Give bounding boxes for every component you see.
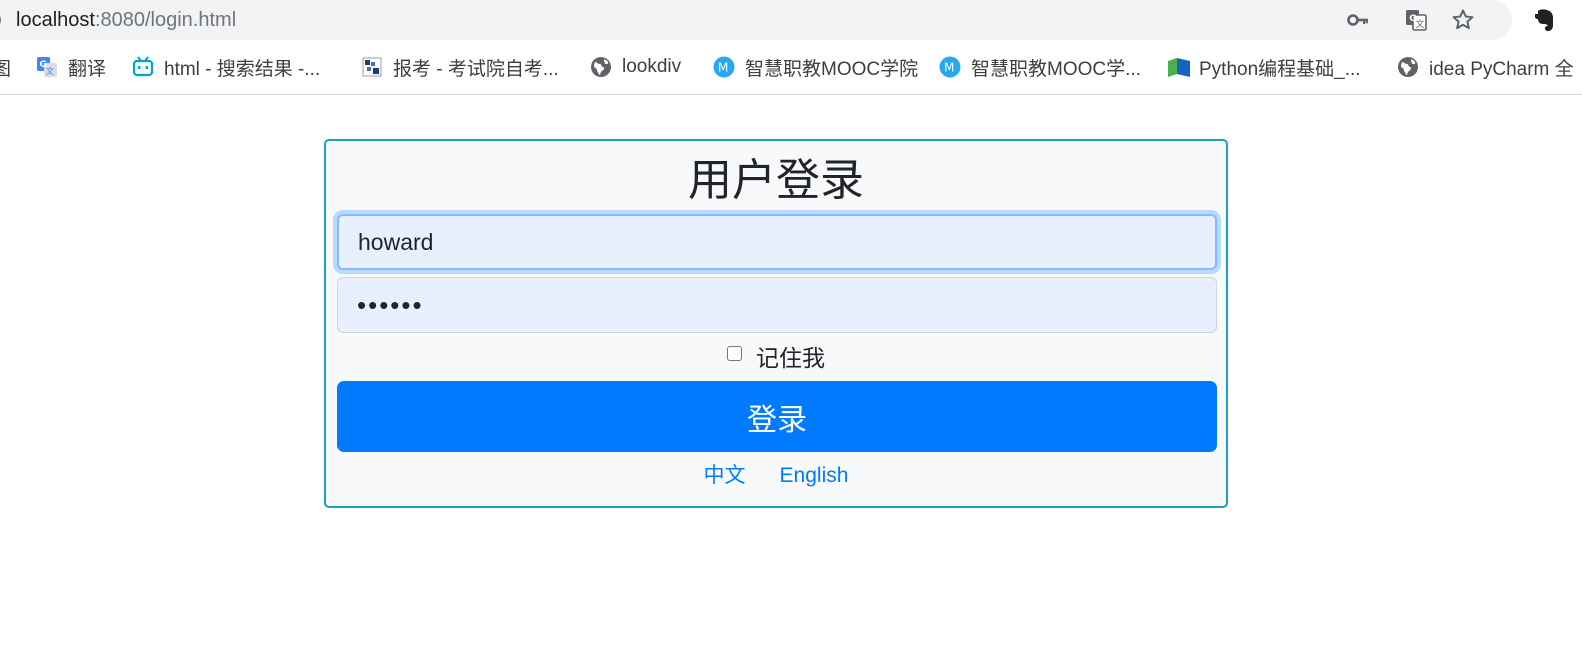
svg-text:M: M [944, 61, 954, 75]
site-icon [361, 56, 383, 78]
bookmark-label: lookdiv [622, 56, 682, 77]
remember-me: 记住我 [326, 339, 1226, 373]
remember-me-checkbox[interactable] [727, 345, 742, 361]
lang-chinese-link[interactable]: 中文 [704, 463, 746, 489]
bookmarks-bar: 图 G 文 翻译 html - 搜索结果 -... [0, 44, 1582, 95]
browser-toolbar: localhost:8080/login.html G 文 [0, 0, 1582, 44]
login-card: 用户登录 howard •••••• 记住我 登录 中文 English [324, 139, 1228, 508]
bookmark-mooc-1[interactable]: M 智慧职教MOOC学院 [713, 54, 918, 80]
google-translate-icon: G 文 [36, 56, 58, 78]
star-icon[interactable] [1450, 7, 1476, 33]
bookmark-exam[interactable]: 报考 - 考试院自考... [361, 54, 559, 80]
remember-me-label[interactable]: 记住我 [756, 339, 825, 373]
info-icon[interactable] [0, 10, 2, 30]
bookmark-lookdiv[interactable]: lookdiv [590, 54, 681, 80]
url-host: localhost [16, 9, 95, 31]
url-path: :8080/login.html [94, 9, 237, 31]
bookmark-label: html - 搜索结果 -... [164, 58, 321, 80]
page-title: 用户登录 [688, 156, 864, 205]
bookmark-python[interactable]: Python编程基础_... [1167, 54, 1361, 80]
lang-english-link[interactable]: English [780, 463, 849, 489]
globe-icon [1397, 56, 1419, 78]
mooc-icon: M [713, 56, 735, 78]
password-input[interactable]: •••••• [337, 277, 1217, 333]
address-url[interactable]: localhost:8080/login.html [16, 8, 236, 32]
evernote-icon[interactable] [1530, 5, 1560, 35]
bookmark-label: 报考 - 考试院自考... [393, 58, 559, 80]
language-switcher: 中文 English [326, 463, 1226, 489]
bookmark-mooc-2[interactable]: M 智慧职教MOOC学... [939, 54, 1141, 80]
bookmark-image[interactable]: 图 [0, 54, 11, 80]
bookmark-translate[interactable]: G 文 翻译 [36, 54, 106, 80]
svg-text:M: M [718, 61, 728, 75]
bookmark-label: Python编程基础_... [1199, 58, 1361, 80]
globe-icon [590, 56, 612, 78]
key-icon[interactable] [1346, 8, 1370, 32]
flag-icon [1167, 56, 1190, 78]
bookmark-label: 智慧职教MOOC学院 [745, 58, 919, 80]
bookmark-label: 翻译 [68, 58, 107, 80]
username-input[interactable]: howard [337, 214, 1217, 270]
bilibili-icon [132, 56, 154, 78]
bookmark-label: 智慧职教MOOC学... [971, 58, 1141, 80]
svg-text:文: 文 [46, 66, 54, 76]
svg-text:文: 文 [1416, 18, 1425, 30]
bookmark-pycharm[interactable]: idea PyCharm 全 [1397, 54, 1574, 80]
address-bar[interactable]: localhost:8080/login.html G 文 [0, 0, 1512, 40]
bookmark-html-search[interactable]: html - 搜索结果 -... [132, 54, 320, 80]
bookmark-label: 图 [0, 54, 11, 81]
bookmark-label: idea PyCharm 全 [1429, 58, 1574, 80]
mooc-icon: M [939, 56, 961, 78]
login-button[interactable]: 登录 [337, 381, 1217, 452]
translate-icon[interactable]: G 文 [1404, 8, 1428, 32]
